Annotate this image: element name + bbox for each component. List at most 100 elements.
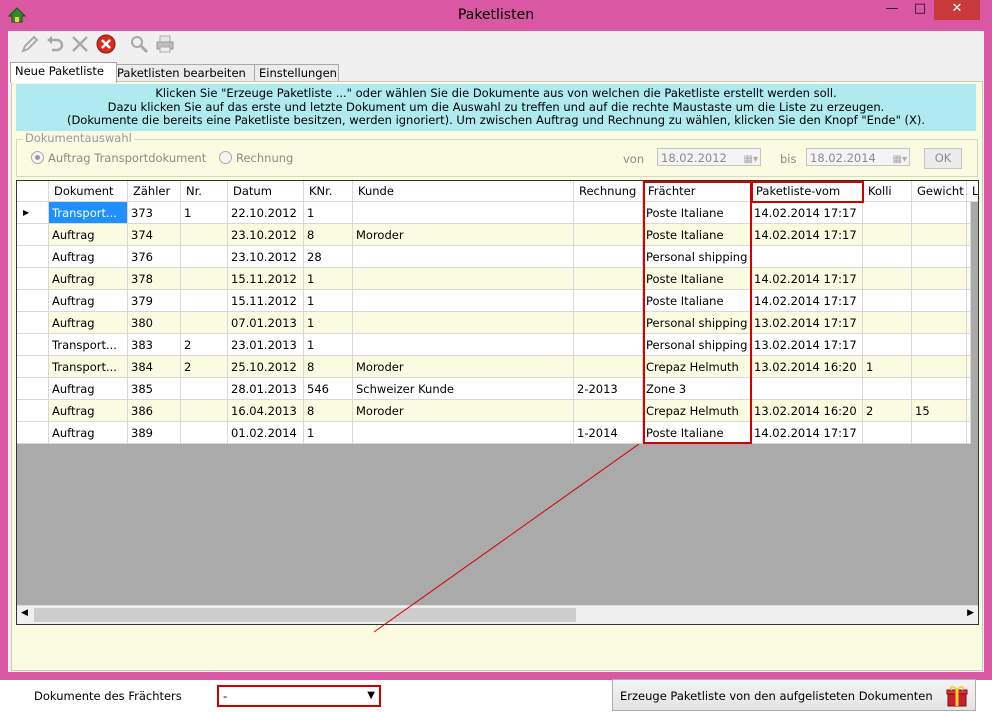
cell-l[interactable] xyxy=(967,422,971,444)
cell-nr[interactable] xyxy=(181,312,228,334)
cell-zaehler[interactable]: 373 xyxy=(128,202,181,224)
row-indicator[interactable] xyxy=(17,334,49,356)
cell-dokument[interactable]: Auftrag xyxy=(49,422,128,444)
cell-kunde[interactable]: Moroder xyxy=(353,224,574,246)
column-header-dokument[interactable]: Dokument xyxy=(49,181,128,202)
cell-kunde[interactable] xyxy=(353,422,574,444)
tab-einstellungen[interactable]: Einstellungen xyxy=(254,64,339,82)
cell-paketliste-vom[interactable]: 14.02.2014 17:17 xyxy=(751,202,863,224)
row-indicator[interactable] xyxy=(17,378,49,400)
cell-gewicht[interactable] xyxy=(912,356,967,378)
cell-kunde[interactable] xyxy=(353,290,574,312)
cell-datum[interactable]: 16.04.2013 xyxy=(228,400,304,422)
cell-knr[interactable]: 1 xyxy=(304,268,353,290)
cell-l[interactable] xyxy=(967,246,971,268)
cell-rechnung[interactable] xyxy=(574,312,643,334)
cell-l[interactable] xyxy=(967,356,971,378)
row-indicator[interactable] xyxy=(17,356,49,378)
cell-datum[interactable]: 23.01.2013 xyxy=(228,334,304,356)
cell-kolli[interactable]: 2 xyxy=(863,400,912,422)
cell-dokument[interactable]: Auftrag xyxy=(49,268,128,290)
cell-paketliste-vom[interactable]: 13.02.2014 17:17 xyxy=(751,312,863,334)
row-indicator[interactable] xyxy=(17,422,49,444)
cell-rechnung[interactable]: 1-2014 xyxy=(574,422,643,444)
cell-kolli[interactable] xyxy=(863,202,912,224)
cell-l[interactable] xyxy=(967,224,971,246)
cell-kunde[interactable]: Moroder xyxy=(353,400,574,422)
cell-zaehler[interactable]: 384 xyxy=(128,356,181,378)
column-header-zaehler[interactable]: Zähler xyxy=(128,181,181,202)
cut-icon[interactable] xyxy=(70,34,90,54)
cell-knr[interactable]: 8 xyxy=(304,224,353,246)
cell-l[interactable] xyxy=(967,202,971,224)
cell-rechnung[interactable] xyxy=(574,290,643,312)
cell-knr[interactable]: 28 xyxy=(304,246,353,268)
cell-l[interactable] xyxy=(967,268,971,290)
pencil-icon[interactable] xyxy=(20,34,40,54)
cell-zaehler[interactable]: 389 xyxy=(128,422,181,444)
tab-paketlisten-bearbeiten[interactable]: Paketlisten bearbeiten xyxy=(112,64,255,82)
print-icon[interactable] xyxy=(155,34,175,54)
cell-zaehler[interactable]: 383 xyxy=(128,334,181,356)
cell-zaehler[interactable]: 378 xyxy=(128,268,181,290)
cancel-icon[interactable] xyxy=(96,34,116,54)
cell-kunde[interactable] xyxy=(353,268,574,290)
cell-zaehler[interactable]: 386 xyxy=(128,400,181,422)
cell-gewicht[interactable] xyxy=(912,334,967,356)
cell-gewicht[interactable] xyxy=(912,268,967,290)
cell-gewicht[interactable] xyxy=(912,422,967,444)
cell-nr[interactable] xyxy=(181,290,228,312)
cell-datum[interactable]: 07.01.2013 xyxy=(228,312,304,334)
cell-paketliste-vom[interactable]: 13.02.2014 16:20 xyxy=(751,356,863,378)
cell-kolli[interactable]: 1 xyxy=(863,356,912,378)
calendar-icon[interactable]: ▦▾ xyxy=(893,151,907,169)
cell-fraechter[interactable]: Poste Italiane xyxy=(643,224,751,246)
cell-gewicht[interactable] xyxy=(912,290,967,312)
cell-fraechter[interactable]: Personal shipping xyxy=(643,312,751,334)
cell-fraechter[interactable]: Crepaz Helmuth xyxy=(643,400,751,422)
cell-rechnung[interactable] xyxy=(574,268,643,290)
cell-datum[interactable]: 15.11.2012 xyxy=(228,268,304,290)
column-header-gewicht[interactable]: Gewicht xyxy=(912,181,967,202)
cell-fraechter[interactable]: Poste Italiane xyxy=(643,202,751,224)
from-date-picker[interactable]: 18.02.2012 ▦▾ xyxy=(657,148,761,166)
cell-nr[interactable] xyxy=(181,268,228,290)
tab-neue-paketliste[interactable]: Neue Paketliste xyxy=(10,62,117,83)
generate-packing-list-button[interactable]: Erzeuge Paketliste von den aufgelisteten… xyxy=(612,679,976,711)
cell-paketliste-vom[interactable]: 13.02.2014 16:20 xyxy=(751,400,863,422)
cell-kolli[interactable] xyxy=(863,312,912,334)
cell-nr[interactable] xyxy=(181,224,228,246)
cell-paketliste-vom[interactable]: 14.02.2014 17:17 xyxy=(751,422,863,444)
cell-rechnung[interactable] xyxy=(574,246,643,268)
cell-fraechter[interactable]: Crepaz Helmuth xyxy=(643,356,751,378)
cell-l[interactable] xyxy=(967,400,971,422)
cell-nr[interactable] xyxy=(181,378,228,400)
cell-zaehler[interactable]: 380 xyxy=(128,312,181,334)
cell-kunde[interactable] xyxy=(353,334,574,356)
cell-fraechter[interactable]: Poste Italiane xyxy=(643,268,751,290)
cell-rechnung[interactable]: 2-2013 xyxy=(574,378,643,400)
cell-knr[interactable]: 546 xyxy=(304,378,353,400)
cell-gewicht[interactable]: 15 xyxy=(912,400,967,422)
cell-paketliste-vom[interactable]: 14.02.2014 17:17 xyxy=(751,290,863,312)
cell-fraechter[interactable]: Personal shipping xyxy=(643,246,751,268)
cell-kolli[interactable] xyxy=(863,246,912,268)
cell-knr[interactable]: 1 xyxy=(304,202,353,224)
cell-gewicht[interactable] xyxy=(912,312,967,334)
cell-l[interactable] xyxy=(967,290,971,312)
column-header-nr[interactable]: Nr. xyxy=(181,181,228,202)
cell-nr[interactable]: 1 xyxy=(181,202,228,224)
cell-datum[interactable]: 28.01.2013 xyxy=(228,378,304,400)
cell-paketliste-vom[interactable]: 14.02.2014 17:17 xyxy=(751,224,863,246)
cell-rechnung[interactable] xyxy=(574,400,643,422)
cell-knr[interactable]: 1 xyxy=(304,334,353,356)
cell-l[interactable] xyxy=(967,334,971,356)
cell-dokument[interactable]: Auftrag xyxy=(49,290,128,312)
cell-dokument[interactable]: Auftrag xyxy=(49,246,128,268)
cell-gewicht[interactable] xyxy=(912,202,967,224)
cell-fraechter[interactable]: Personal shipping xyxy=(643,334,751,356)
cell-datum[interactable]: 23.10.2012 xyxy=(228,246,304,268)
cell-fraechter[interactable]: Poste Italiane xyxy=(643,422,751,444)
cell-nr[interactable]: 2 xyxy=(181,356,228,378)
cell-zaehler[interactable]: 376 xyxy=(128,246,181,268)
